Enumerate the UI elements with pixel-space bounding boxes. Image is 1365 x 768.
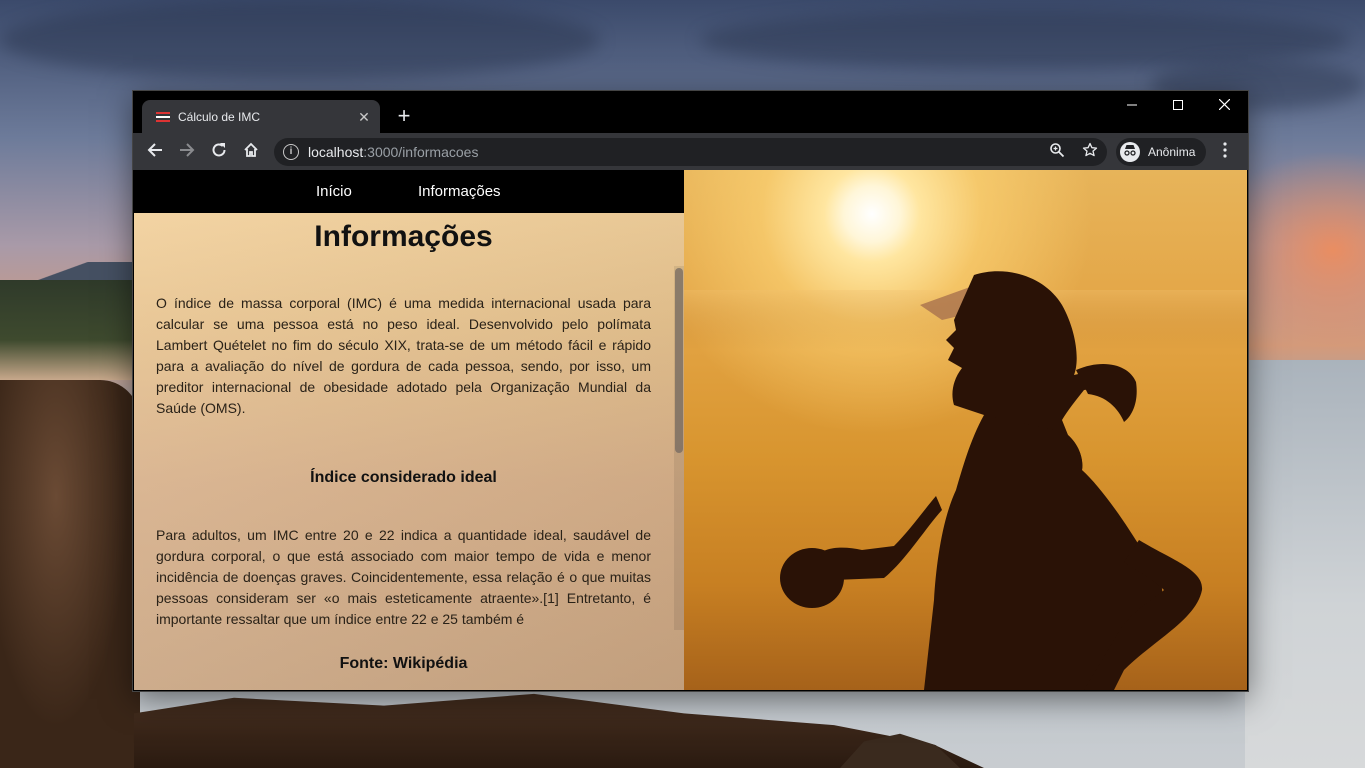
address-bar[interactable]: i localhost:3000/informacoes <box>274 138 1107 166</box>
site-nav: Início Informações <box>134 170 684 213</box>
paragraph-clip: Para adultos, um IMC entre 20 e 22 indic… <box>156 525 651 629</box>
reload-icon[interactable] <box>206 139 232 165</box>
home-icon[interactable] <box>238 139 264 165</box>
rocks <box>0 380 140 768</box>
page-viewport: Início Informações Informações O índice … <box>134 170 1247 690</box>
tab-close-icon[interactable]: ✕ <box>356 109 372 125</box>
close-window-button[interactable] <box>1201 91 1247 121</box>
source-credit: Fonte: Wikipédia <box>339 655 468 672</box>
runner-silhouette <box>684 271 1247 690</box>
maximize-button[interactable] <box>1155 91 1201 121</box>
ideal-paragraph: Para adultos, um IMC entre 20 e 22 indic… <box>156 527 651 627</box>
scrollbar[interactable] <box>674 266 684 630</box>
minimize-button[interactable] <box>1109 91 1155 121</box>
cloud <box>0 0 600 80</box>
page-title: Informações <box>314 220 493 253</box>
info-icon[interactable]: i <box>283 144 299 160</box>
sea <box>1245 360 1365 768</box>
profile-label: Anônima <box>1148 145 1196 159</box>
section-subtitle: Índice considerado ideal <box>310 469 497 486</box>
zoom-icon[interactable] <box>1047 142 1067 162</box>
runner-image <box>684 170 1247 690</box>
tab-title: Cálculo de IMC <box>178 109 261 124</box>
profile-button[interactable]: Anônima <box>1116 138 1206 166</box>
browser-window: Cálculo de IMC ✕ + i localhost:3000/info… <box>133 91 1248 691</box>
scrollbar-thumb[interactable] <box>675 268 683 453</box>
trees <box>0 280 134 380</box>
url-path: :3000/informacoes <box>363 144 479 160</box>
nav-link-inicio[interactable]: Início <box>316 170 352 213</box>
favicon-icon <box>156 110 170 124</box>
new-tab-button[interactable]: + <box>392 105 416 129</box>
url-text[interactable]: localhost:3000/informacoes <box>308 138 478 166</box>
title-bar: Cálculo de IMC ✕ + <box>133 91 1248 133</box>
page-content: Informações O índice de massa corporal (… <box>156 213 651 673</box>
incognito-icon <box>1120 142 1140 162</box>
back-arrow-icon[interactable] <box>142 139 168 165</box>
star-icon[interactable] <box>1080 142 1100 162</box>
browser-toolbar: i localhost:3000/informacoes Anônima <box>133 133 1248 170</box>
info-panel: Início Informações Informações O índice … <box>134 170 684 690</box>
browser-tab[interactable]: Cálculo de IMC ✕ <box>142 100 380 133</box>
forward-arrow-icon[interactable] <box>174 139 200 165</box>
intro-paragraph: O índice de massa corporal (IMC) é uma m… <box>156 295 651 416</box>
rocks <box>134 693 984 768</box>
kebab-menu-icon[interactable] <box>1215 139 1235 165</box>
nav-link-informacoes[interactable]: Informações <box>418 170 501 213</box>
url-host: localhost <box>308 144 364 160</box>
